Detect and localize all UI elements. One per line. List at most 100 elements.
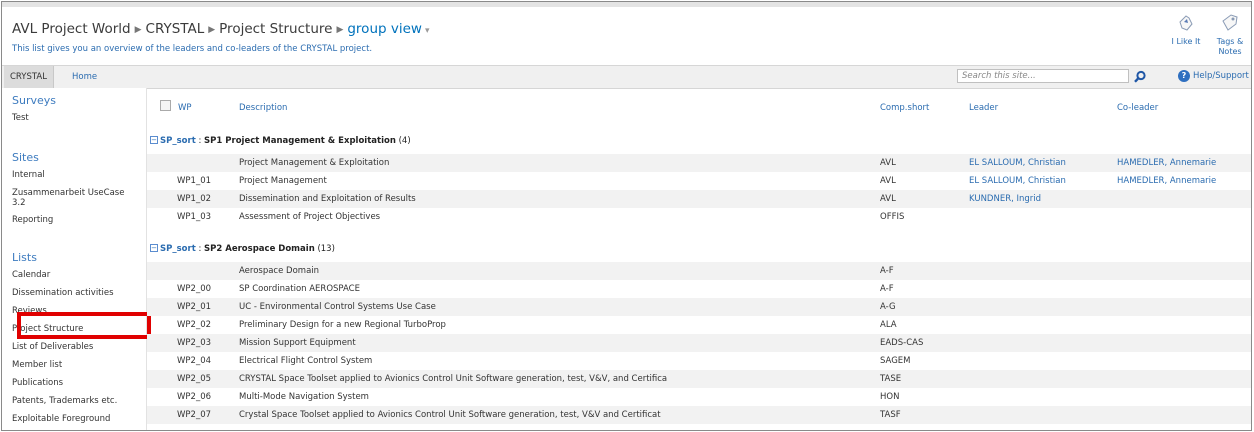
cell-comp: A-F (880, 266, 894, 276)
column-header-comp-short[interactable]: Comp.short (880, 103, 929, 113)
browser-page: AVL Project World ▶ CRYSTAL ▶ Project Struct… (1, 1, 1252, 431)
sidebar-item-calendar[interactable]: Calendar (12, 270, 50, 280)
group-count: (4) (398, 136, 411, 146)
sidebar-item-reporting[interactable]: Reporting (12, 215, 53, 225)
view-selector[interactable]: group view (347, 21, 422, 37)
table-row[interactable]: WP2_00 SP Coordination AEROSPACE A-F (147, 280, 1251, 298)
column-header-wp[interactable]: WP (178, 103, 192, 113)
cell-description[interactable]: Project Management (239, 172, 327, 190)
cell-comp: HON (880, 392, 900, 402)
table-row[interactable]: WP2_07 Crystal Space Toolset applied to … (147, 406, 1251, 424)
cell-description[interactable]: SP Coordination AEROSPACE (239, 280, 360, 298)
table-row[interactable]: WP2_06 Multi-Mode Navigation System HON (147, 388, 1251, 406)
collapse-icon[interactable]: − (150, 244, 158, 252)
cell-comp: AVL (880, 194, 896, 204)
cell-wp: WP2_04 (177, 356, 212, 366)
column-header-co-leader[interactable]: Co-leader (1117, 103, 1158, 113)
list-view: WP Description Comp.short Leader Co-lead… (147, 88, 1251, 430)
cell-description[interactable]: Aerospace Domain (239, 262, 319, 280)
cell-description[interactable]: CRYSTAL Space Toolset applied to Avionic… (239, 370, 667, 388)
cell-description[interactable]: Preliminary Design for a new Regional Tu… (239, 316, 446, 334)
cell-co-leader[interactable]: HAMEDLER, Annemarie (1117, 154, 1216, 172)
table-row[interactable]: WP2_04 Electrical Flight Control System … (147, 352, 1251, 370)
sidebar-item-patents[interactable]: Patents, Trademarks etc. (12, 396, 117, 406)
cell-comp: ALA (880, 320, 897, 330)
sidebar-item-zusammenarbeit[interactable]: Zusammenarbeit UseCase 3.2 (12, 188, 137, 208)
group-header-sp2[interactable]: − SP_sort : SP2 Aerospace Domain (13) (150, 241, 335, 257)
sidebar-item-exploitable-foreground[interactable]: Exploitable Foreground (12, 414, 110, 424)
table-row[interactable]: WP2_02 Preliminary Design for a new Regi… (147, 316, 1251, 334)
table-row[interactable]: Aerospace Domain A-F (147, 262, 1251, 280)
top-navigation: CRYSTAL Home Search this site... ? Help/… (2, 65, 1251, 89)
column-header-description[interactable]: Description (239, 103, 287, 113)
cell-comp: A-F (880, 284, 894, 294)
cell-description[interactable]: Assessment of Project Objectives (239, 208, 380, 226)
collapse-icon[interactable]: − (150, 136, 158, 144)
breadcrumb-list[interactable]: Project Structure (219, 21, 332, 37)
sidebar-heading-surveys[interactable]: Surveys (12, 94, 56, 107)
highlight-annotation-box (17, 312, 151, 339)
table-row[interactable]: WP1_03 Assessment of Project Objectives … (147, 208, 1251, 226)
breadcrumb-separator-icon: ▶ (208, 25, 216, 35)
cell-comp: AVL (880, 176, 896, 186)
table-row[interactable]: WP2_05 CRYSTAL Space Toolset applied to … (147, 370, 1251, 388)
table-row[interactable]: WP1_01 Project Management AVL EL SALLOUM… (147, 172, 1251, 190)
sidebar-item-deliverables[interactable]: List of Deliverables (12, 342, 93, 352)
cell-description[interactable]: Multi-Mode Navigation System (239, 388, 369, 406)
cell-leader[interactable]: EL SALLOUM, Christian (969, 172, 1066, 190)
breadcrumb-crystal[interactable]: CRYSTAL (146, 21, 205, 37)
cell-comp: A-G (880, 302, 896, 312)
table-row[interactable]: WP1_02 Dissemination and Exploitation of… (147, 190, 1251, 208)
cell-leader[interactable]: KUNDNER, Ingrid (969, 190, 1041, 208)
column-header-leader[interactable]: Leader (969, 103, 998, 113)
group-value: SP2 Aerospace Domain (204, 244, 315, 254)
search-input[interactable]: Search this site... (957, 69, 1129, 83)
cell-description[interactable]: UC - Environmental Control Systems Use C… (239, 298, 436, 316)
page-header: AVL Project World ▶ CRYSTAL ▶ Project Struct… (2, 7, 1251, 65)
breadcrumb-site[interactable]: AVL Project World (12, 21, 131, 37)
table-row[interactable]: WP2_01 UC - Environmental Control System… (147, 298, 1251, 316)
group-key[interactable]: SP_sort (160, 244, 196, 254)
search-icon[interactable] (1132, 69, 1148, 85)
tags-notes-label: Tags & Notes (1216, 37, 1244, 56)
cell-comp: AVL (880, 158, 896, 168)
select-all-checkbox[interactable] (160, 100, 171, 111)
sidebar-heading-lists[interactable]: Lists (12, 251, 37, 264)
group-header-sp1[interactable]: − SP_sort : SP1 Project Management & Expl… (150, 133, 411, 149)
thumbs-up-icon (1179, 15, 1193, 31)
view-dropdown-icon[interactable]: ▾ (425, 26, 430, 36)
cell-description[interactable]: Project Management & Exploitation (239, 154, 389, 172)
page-description: This list gives you an overview of the l… (12, 44, 373, 54)
table-row[interactable]: WP2_03 Mission Support Equipment EADS-CA… (147, 334, 1251, 352)
cell-leader[interactable]: EL SALLOUM, Christian (969, 154, 1066, 172)
cell-description[interactable]: Electrical Flight Control System (239, 352, 372, 370)
cell-description[interactable]: Crystal Space Toolset applied to Avionic… (239, 406, 661, 424)
cell-wp: WP2_03 (177, 338, 212, 348)
i-like-it-button[interactable]: I Like It (1171, 13, 1201, 57)
group-key[interactable]: SP_sort (160, 136, 196, 146)
sidebar-item-member-list[interactable]: Member list (12, 360, 62, 370)
breadcrumb: AVL Project World ▶ CRYSTAL ▶ Project Struct… (12, 21, 429, 37)
help-label: Help/Support (1193, 71, 1249, 81)
tab-crystal[interactable]: CRYSTAL (4, 66, 54, 88)
cell-comp: TASE (880, 374, 902, 384)
tags-notes-button[interactable]: Tags & Notes (1215, 13, 1245, 57)
sidebar-item-internal[interactable]: Internal (12, 170, 45, 180)
sidebar-item-publications[interactable]: Publications (12, 378, 63, 388)
cell-comp: OFFIS (880, 212, 905, 222)
cell-description[interactable]: Mission Support Equipment (239, 334, 356, 352)
sidebar-item-dissemination[interactable]: Dissemination activities (12, 288, 114, 298)
cell-co-leader[interactable]: HAMEDLER, Annemarie (1117, 172, 1216, 190)
sidebar-heading-sites[interactable]: Sites (12, 151, 39, 164)
help-support-link[interactable]: ? Help/Support (1178, 70, 1249, 82)
cell-description[interactable]: Dissemination and Exploitation of Result… (239, 190, 416, 208)
i-like-it-label: I Like It (1171, 37, 1201, 46)
tab-home[interactable]: Home (66, 66, 103, 88)
group-value: SP1 Project Management & Exploitation (204, 136, 396, 146)
cell-wp: WP2_01 (177, 302, 212, 312)
sidebar-item-test[interactable]: Test (12, 113, 29, 123)
cell-wp: WP1_02 (177, 194, 212, 204)
cell-wp: WP1_01 (177, 176, 212, 186)
table-row[interactable]: Project Management & Exploitation AVL EL… (147, 154, 1251, 172)
cell-wp: WP2_07 (177, 410, 212, 420)
